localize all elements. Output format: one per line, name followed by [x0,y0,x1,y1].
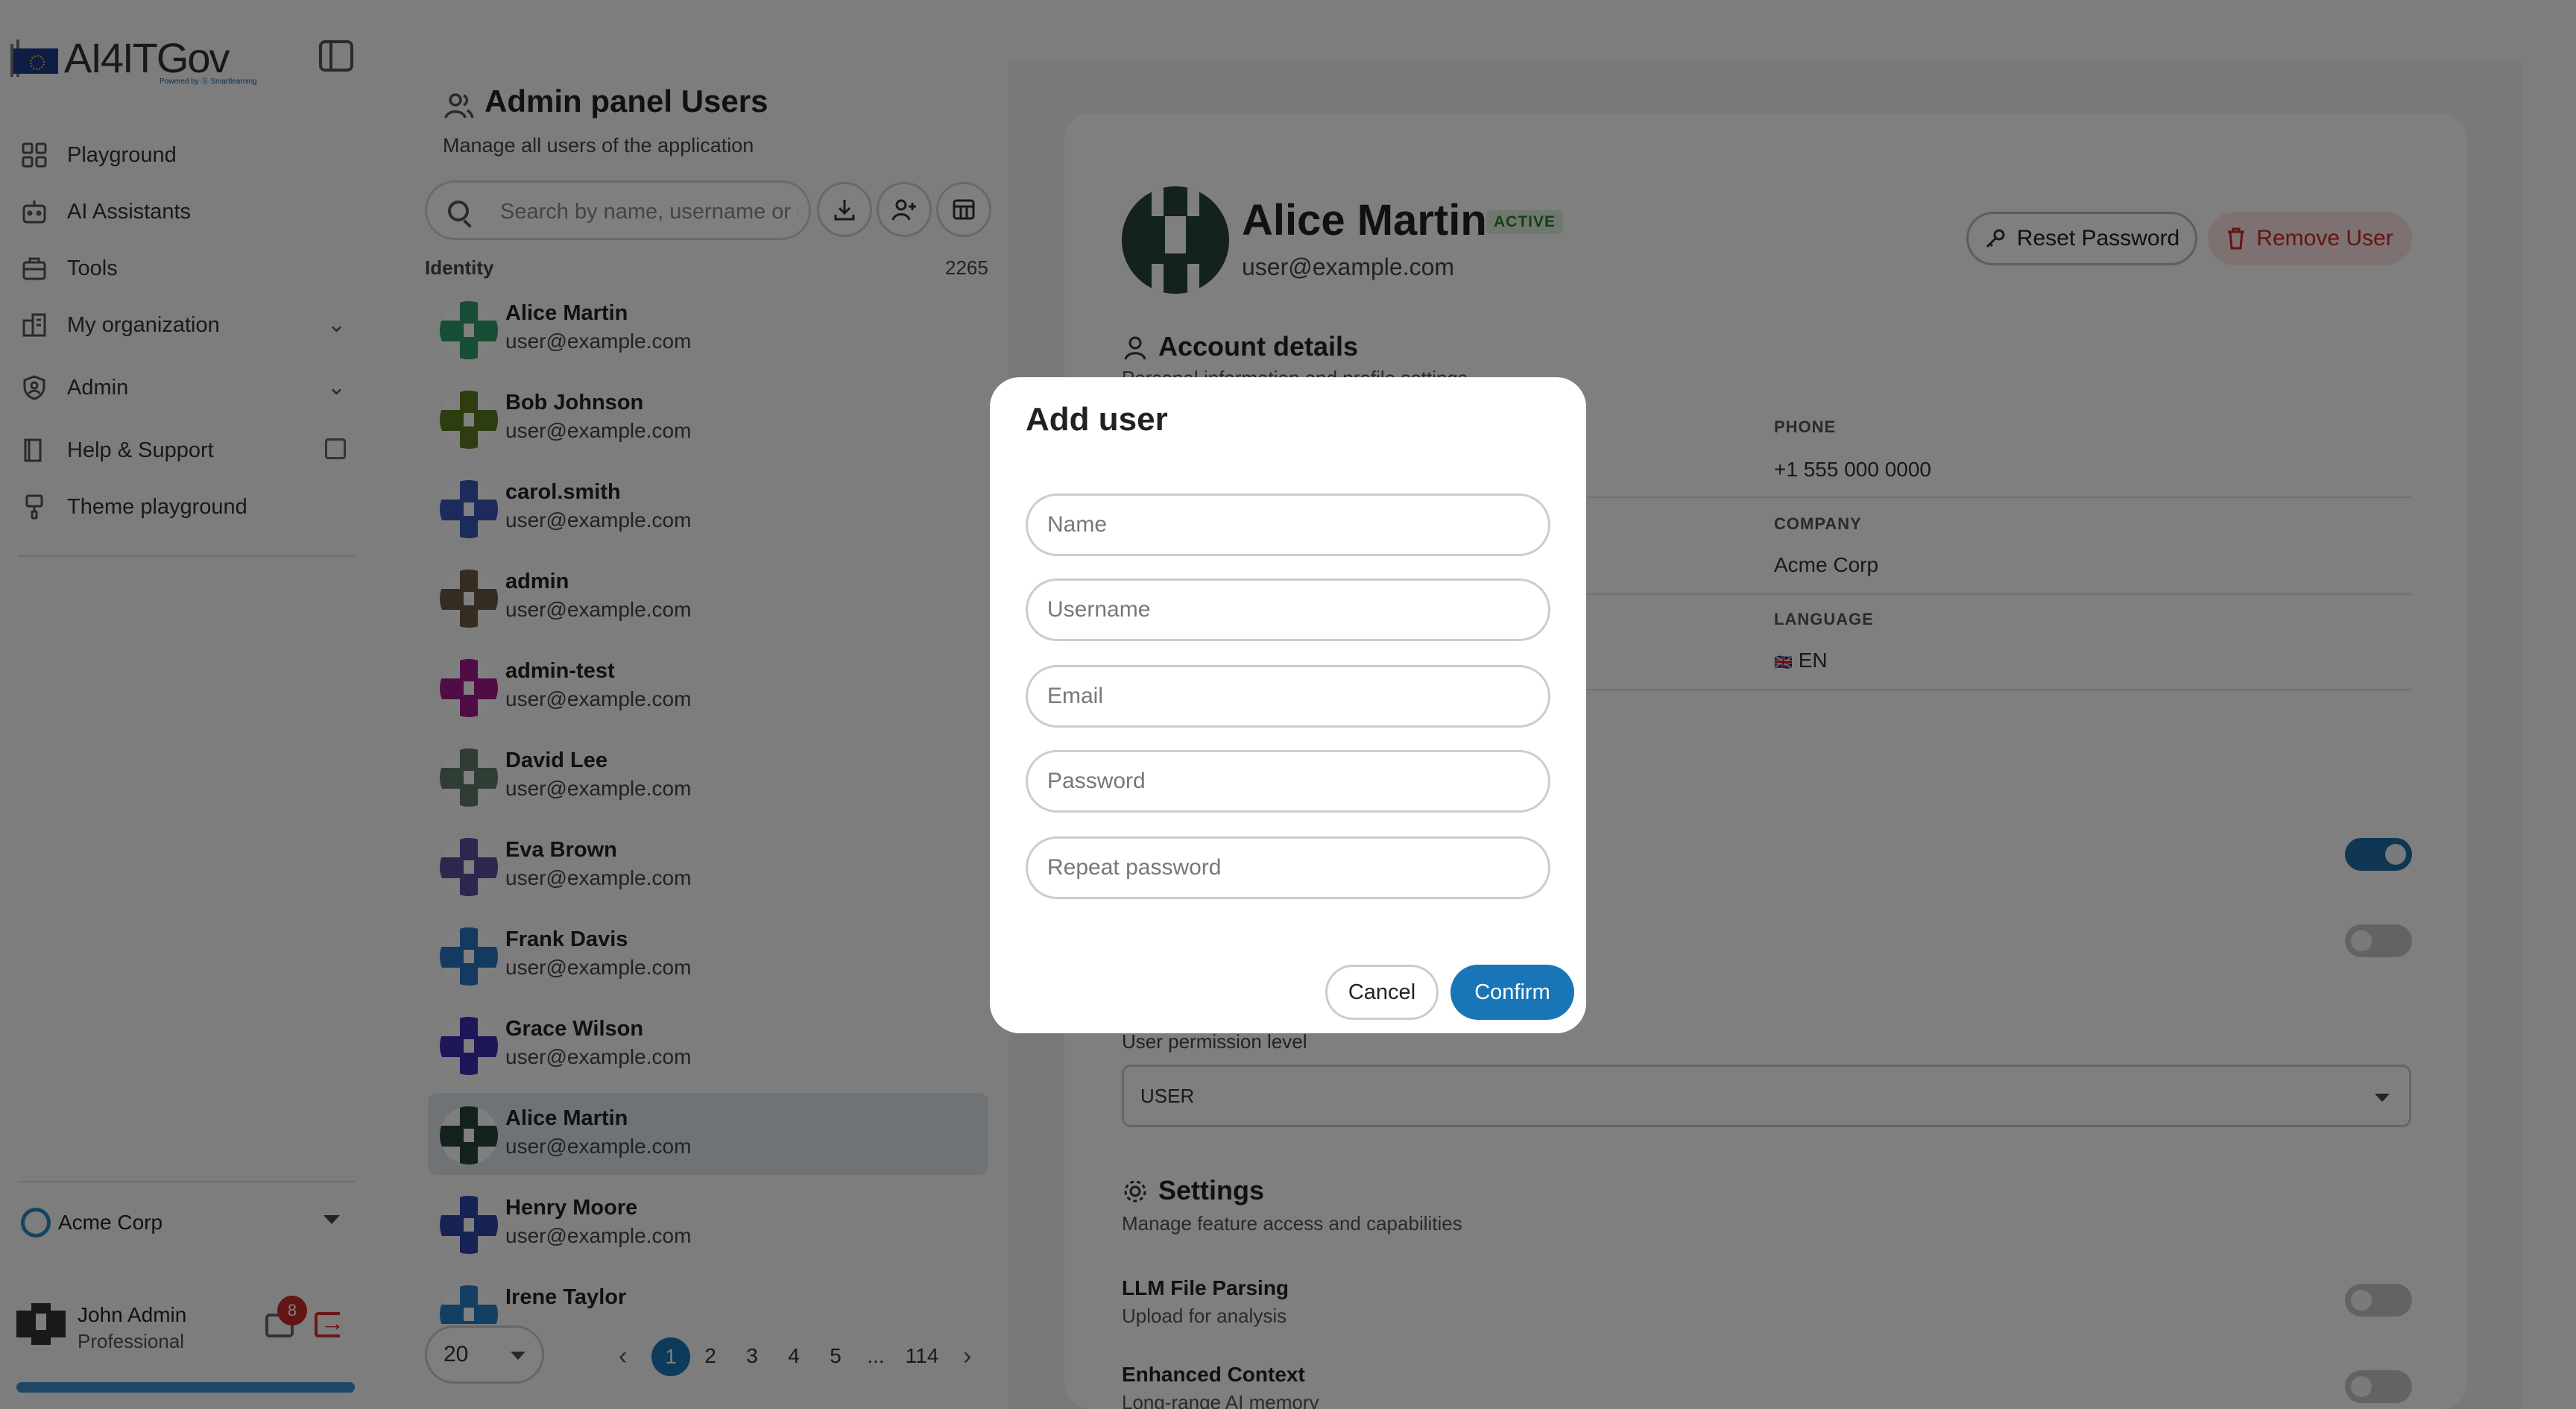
name-field[interactable] [1026,494,1550,556]
email-field[interactable] [1026,665,1550,728]
add-user-dialog: Add user Cancel Confirm [990,377,1586,1033]
username-field[interactable] [1026,579,1550,641]
repeat-password-field[interactable] [1026,836,1550,899]
dialog-title: Add user [1026,401,1168,438]
cancel-button[interactable]: Cancel [1325,965,1439,1020]
confirm-button[interactable]: Confirm [1450,965,1574,1020]
password-field[interactable] [1026,750,1550,813]
